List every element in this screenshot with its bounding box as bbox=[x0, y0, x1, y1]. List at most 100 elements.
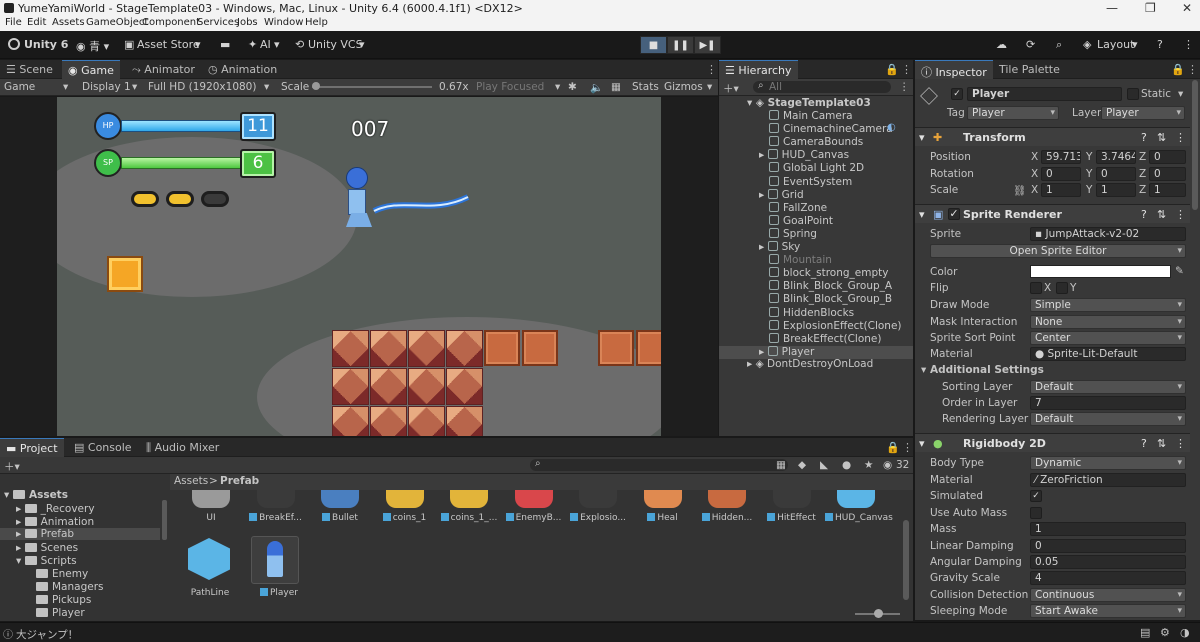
hierarchy-dont-destroy[interactable]: ▸ ◈ DontDestroyOnLoad bbox=[719, 358, 913, 371]
inspector-menu-icon[interactable]: ⋮ bbox=[1181, 60, 1200, 79]
asset-grid-scrollbar[interactable] bbox=[903, 520, 909, 600]
tab-project[interactable]: ▬ Project bbox=[0, 438, 64, 457]
asset-thumbnail[interactable] bbox=[579, 490, 617, 508]
menu-services[interactable]: Services bbox=[197, 17, 239, 28]
rigidbody-help-icon[interactable]: ? bbox=[1141, 437, 1147, 450]
tree-recovery[interactable]: ▸ _Recovery bbox=[16, 503, 95, 515]
vcs-button[interactable]: Unity VCS bbox=[308, 38, 363, 51]
asset-item[interactable]: coins_1 bbox=[374, 513, 436, 523]
sprite-renderer-enabled-checkbox[interactable]: ✓ bbox=[948, 208, 960, 220]
sprite-renderer-preset-icon[interactable]: ⇅ bbox=[1157, 208, 1166, 221]
tree-enemy[interactable]: Enemy bbox=[36, 568, 88, 580]
layout-chevron-icon[interactable]: ▾ bbox=[1132, 38, 1138, 51]
mass-field[interactable]: 1 bbox=[1030, 522, 1186, 536]
add-object-button[interactable]: ＋▾ bbox=[723, 81, 739, 96]
rb-material-field[interactable]: ⁄ ZeroFriction bbox=[1030, 473, 1186, 487]
favorites-icon[interactable]: ★ bbox=[864, 459, 873, 471]
breadcrumb-prefab[interactable]: Prefab bbox=[220, 475, 259, 487]
help-icon[interactable]: ? bbox=[1157, 38, 1163, 51]
asset-item[interactable]: Hidden... bbox=[696, 513, 758, 523]
additional-settings-foldout[interactable]: ▾ Additional Settings bbox=[921, 364, 1044, 376]
history-icon[interactable]: ⟳ bbox=[1026, 38, 1035, 51]
inspector-scrollbar[interactable] bbox=[1192, 80, 1198, 210]
menu-file[interactable]: File bbox=[5, 17, 22, 28]
filter-type-icon[interactable]: ◆ bbox=[798, 459, 806, 471]
hierarchy-item[interactable]: Mountain bbox=[719, 254, 913, 267]
asset-thumbnail[interactable] bbox=[256, 490, 295, 508]
tree-scrollbar[interactable] bbox=[162, 500, 167, 540]
search-by-type-icon[interactable]: ▦ bbox=[776, 459, 786, 471]
display-chevron-icon[interactable]: ▾ bbox=[132, 81, 137, 93]
asset-item[interactable]: UI bbox=[180, 513, 242, 523]
position-x-field[interactable]: 59.7133 bbox=[1041, 150, 1081, 164]
transform-help-icon[interactable]: ? bbox=[1141, 131, 1147, 144]
display-dropdown[interactable]: Display 1 bbox=[82, 81, 131, 93]
hierarchy-item[interactable]: FallZone bbox=[719, 201, 913, 215]
step-icon[interactable]: ▶❚ bbox=[694, 36, 721, 54]
unity-account-button[interactable]: Unity 6 bbox=[24, 38, 68, 51]
simulated-checkbox[interactable]: ✓ bbox=[1030, 490, 1042, 502]
project-menu-icon[interactable]: ⋮ bbox=[896, 438, 919, 457]
expand-arrow-icon[interactable]: ▸ bbox=[759, 149, 768, 161]
gizmos-chevron-icon[interactable]: ▾ bbox=[707, 81, 712, 93]
tree-prefab[interactable]: ▸ Prefab bbox=[0, 528, 160, 540]
asset-store-chevron-icon[interactable]: ▾ bbox=[195, 38, 201, 51]
play-focused-chevron-icon[interactable]: ▾ bbox=[555, 81, 560, 93]
package-icon[interactable]: ▬ bbox=[220, 38, 230, 51]
collapse-icon[interactable]: ▾ bbox=[919, 131, 925, 144]
asset-item[interactable]: Bullet bbox=[309, 513, 371, 523]
asset-item[interactable]: HitEffect bbox=[761, 513, 823, 523]
asset-thumbnail[interactable] bbox=[450, 490, 488, 508]
hierarchy-item[interactable]: Global Light 2D bbox=[719, 162, 913, 175]
resolution-dropdown[interactable]: Full HD (1920x1080) bbox=[148, 81, 256, 93]
asset-thumbnail[interactable] bbox=[708, 490, 746, 508]
asset-item[interactable]: HUD_Canvas bbox=[825, 513, 893, 523]
menu-component[interactable]: Component bbox=[142, 17, 200, 28]
transform-menu-icon[interactable]: ⋮ bbox=[1175, 131, 1186, 144]
menu-edit[interactable]: Edit bbox=[27, 17, 46, 28]
linear-damping-field[interactable]: 0 bbox=[1030, 539, 1186, 553]
capture-icon[interactable]: ▦ bbox=[611, 81, 621, 93]
close-icon[interactable]: ✕ bbox=[1182, 1, 1192, 15]
hierarchy-search-input[interactable]: All bbox=[753, 81, 891, 93]
hierarchy-item[interactable]: CinemachineCamera bbox=[719, 123, 913, 136]
game-mode-dropdown[interactable]: Game bbox=[4, 81, 35, 93]
tree-assets[interactable]: ▾ Assets bbox=[4, 489, 68, 501]
asset-item[interactable]: BreakEf... bbox=[245, 513, 307, 523]
performance-icon[interactable]: ⚙ bbox=[1160, 626, 1170, 639]
asset-thumbnail[interactable] bbox=[772, 490, 811, 508]
scale-link-icon[interactable]: ⛓ bbox=[1013, 184, 1026, 197]
hierarchy-item[interactable]: HiddenBlocks bbox=[719, 306, 913, 320]
draw-mode-dropdown[interactable]: Simple bbox=[1030, 298, 1186, 312]
notification-icon[interactable]: ◑ bbox=[1180, 626, 1190, 639]
hierarchy-more-icon[interactable]: ⋮ bbox=[899, 81, 910, 93]
asset-thumbnail[interactable] bbox=[385, 490, 424, 508]
tree-scripts[interactable]: ▾ Scripts bbox=[16, 555, 77, 567]
status-message[interactable]: 大ジャンプ！ bbox=[16, 627, 78, 642]
stats-button[interactable]: Stats bbox=[632, 81, 659, 93]
hierarchy-item[interactable]: Blink_Block_Group_B bbox=[719, 293, 913, 306]
minimize-icon[interactable]: — bbox=[1106, 1, 1118, 15]
rotation-y-field[interactable]: 0 bbox=[1096, 167, 1136, 181]
tab-animation[interactable]: ◷ Animation bbox=[202, 60, 283, 79]
tree-player[interactable]: Player bbox=[36, 607, 85, 619]
expand-arrow-icon[interactable]: ▸ bbox=[759, 346, 768, 358]
asset-item[interactable]: coins_1_... bbox=[438, 513, 500, 523]
scale-slider[interactable] bbox=[312, 86, 432, 88]
collapse-icon[interactable]: ▾ bbox=[919, 208, 925, 221]
game-mode-chevron-icon[interactable]: ▾ bbox=[63, 81, 68, 93]
tab-game[interactable]: ◉ Game bbox=[62, 60, 120, 79]
rotation-z-field[interactable]: 0 bbox=[1149, 167, 1186, 181]
scale-slider-knob[interactable] bbox=[312, 82, 320, 90]
layout-dropdown[interactable]: Layout bbox=[1097, 38, 1134, 51]
progress-icon[interactable]: ▤ bbox=[1140, 626, 1150, 639]
tag-dropdown[interactable]: Player bbox=[967, 106, 1059, 120]
menu-jobs[interactable]: Jobs bbox=[237, 17, 258, 28]
expand-arrow-icon[interactable]: ▸ bbox=[759, 189, 768, 201]
tab-tile-palette[interactable]: Tile Palette bbox=[993, 60, 1066, 79]
open-sprite-editor-button[interactable]: Open Sprite Editor bbox=[930, 244, 1186, 258]
rotation-x-field[interactable]: 0 bbox=[1041, 167, 1081, 181]
cloud-icon[interactable]: ☁ bbox=[996, 38, 1007, 51]
hierarchy-item[interactable]: ▸ Player bbox=[719, 345, 913, 359]
active-checkbox[interactable]: ✓ bbox=[951, 88, 963, 100]
